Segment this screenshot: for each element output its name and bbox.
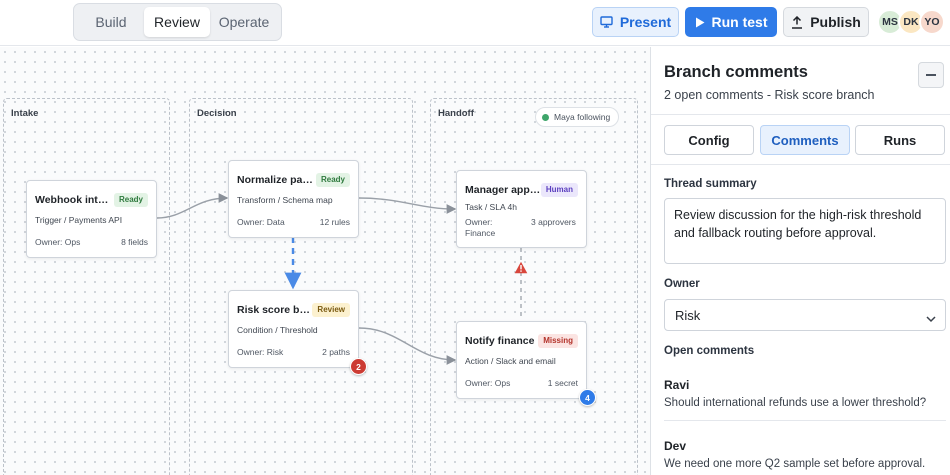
panel-title: Branch comments: [664, 63, 808, 81]
lane-title: Handoff: [438, 108, 474, 119]
minus-icon: [926, 74, 936, 76]
owner-value: Risk: [675, 307, 701, 323]
node-title: Manager approval: [465, 184, 541, 196]
comments-panel: Branch comments 2 open comments - Risk s…: [650, 47, 950, 475]
comment-text: We need one more Q2 sample set before ap…: [664, 458, 926, 470]
tab-config[interactable]: Config: [664, 125, 754, 155]
workflow-canvas[interactable]: Intake Decision Handoff Maya following W…: [0, 47, 650, 475]
node-meta: 2 paths: [322, 347, 350, 357]
mode-tab-review[interactable]: Review: [144, 7, 210, 37]
node-title: Notify finance: [465, 335, 535, 347]
owner-select[interactable]: Risk: [664, 299, 946, 331]
status-badge: Ready: [113, 193, 148, 207]
divider: [651, 114, 950, 115]
node-subtitle: Trigger / Payments API: [35, 215, 123, 225]
node-webhook-intake[interactable]: Webhook intake Ready Trigger / Payments …: [26, 180, 157, 258]
upload-icon: [791, 15, 803, 29]
publish-label: Publish: [810, 14, 861, 30]
open-comments-label: Open comments: [664, 345, 755, 357]
node-meta: 12 rules: [319, 217, 350, 227]
collapse-panel-button[interactable]: [918, 62, 944, 88]
lane-handoff: Handoff: [430, 98, 638, 475]
node-owner: Owner: Ops: [35, 237, 81, 247]
node-notify-finance[interactable]: Notify finance Missing Action / Slack an…: [456, 321, 587, 399]
presence-dot: [542, 113, 549, 121]
status-badge: Review: [312, 303, 350, 317]
mode-tab-operate[interactable]: Operate: [210, 7, 278, 37]
node-subtitle: Task / SLA 4h: [465, 202, 517, 212]
thread-summary-field[interactable]: Review discussion for the high-risk thre…: [664, 198, 946, 264]
warning-icon[interactable]: [514, 261, 528, 274]
avatar[interactable]: YO: [919, 9, 945, 35]
node-meta: 1 secret: [547, 378, 578, 388]
run-test-label: Run test: [711, 14, 768, 30]
node-meta: 8 fields: [121, 237, 148, 247]
comment-text: Should international refunds use a lower…: [664, 397, 927, 409]
divider: [664, 420, 946, 421]
node-normalize-payload[interactable]: Normalize payload Ready Transform / Sche…: [228, 160, 359, 238]
play-icon: [695, 17, 705, 28]
present-button[interactable]: Present: [592, 7, 679, 37]
lane-decision: Decision: [189, 98, 413, 475]
comment-count-badge[interactable]: 4: [579, 389, 596, 406]
panel-subtitle: 2 open comments - Risk score branch: [664, 88, 875, 102]
node-meta: 3 approvers: [531, 217, 576, 227]
comment-author: Dev: [664, 439, 687, 453]
presence-label: Maya following: [554, 112, 611, 122]
node-subtitle: Condition / Threshold: [237, 325, 318, 335]
divider: [651, 164, 950, 165]
node-risk-score-branch[interactable]: Risk score branch Review Condition / Thr…: [228, 290, 359, 368]
comment-count-badge[interactable]: 2: [350, 358, 367, 375]
comment-author: Ravi: [664, 378, 690, 392]
status-badge: Human: [540, 183, 578, 197]
node-owner: Owner: Risk: [237, 347, 284, 357]
node-manager-approval[interactable]: Manager approval Human Task / SLA 4h Own…: [456, 170, 587, 248]
lane-title: Intake: [11, 108, 39, 119]
owner-label: Owner: [664, 278, 700, 290]
node-title: Normalize payload: [237, 174, 313, 186]
mode-switch: Build Review Operate: [73, 3, 282, 41]
node-owner: Owner: Ops: [465, 378, 511, 388]
node-owner: Owner: Data: [237, 217, 285, 227]
present-label: Present: [619, 14, 672, 30]
chevron-down-icon: [926, 311, 936, 326]
top-bar: Build Review Operate Present Run test Pu…: [0, 0, 950, 46]
lane-intake: Intake: [3, 98, 170, 475]
monitor-icon: [600, 16, 613, 28]
mode-tab-build[interactable]: Build: [78, 7, 144, 37]
presence-indicator: Maya following: [535, 107, 620, 127]
node-subtitle: Action / Slack and email: [465, 356, 556, 366]
thread-summary-label: Thread summary: [664, 178, 757, 190]
node-title: Webhook intake: [35, 194, 111, 206]
node-title: Risk score branch: [237, 304, 313, 316]
node-subtitle: Transform / Schema map: [237, 195, 333, 205]
node-owner: Owner: Finance: [465, 217, 496, 238]
tab-comments[interactable]: Comments: [760, 125, 850, 155]
publish-button[interactable]: Publish: [783, 7, 869, 37]
status-badge: Missing: [538, 334, 578, 348]
tab-runs[interactable]: Runs: [855, 125, 945, 155]
run-test-button[interactable]: Run test: [685, 7, 777, 37]
status-badge: Ready: [315, 173, 350, 187]
lane-title: Decision: [197, 108, 237, 119]
